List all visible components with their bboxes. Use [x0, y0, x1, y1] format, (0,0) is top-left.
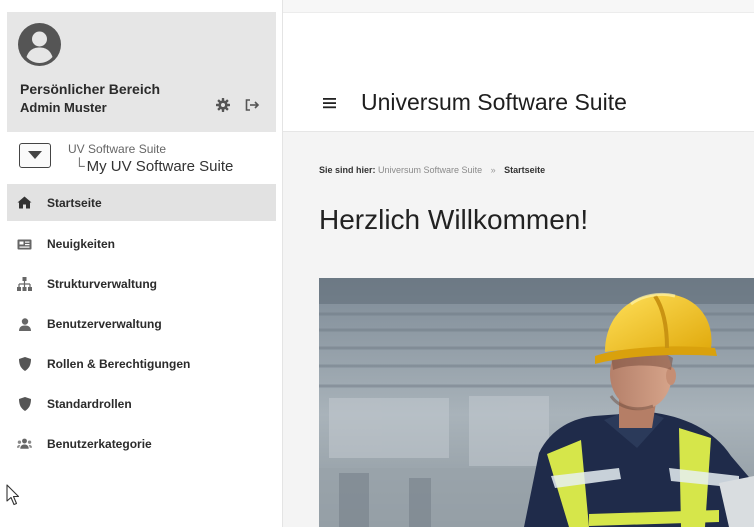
page-title: Herzlich Willkommen!: [319, 204, 589, 235]
app-dropdown-button[interactable]: [19, 143, 51, 168]
breadcrumb-separator: »: [490, 165, 496, 175]
hero-image: [319, 278, 754, 527]
hamburger-menu-icon[interactable]: [323, 97, 336, 109]
sidebar-item-standardrollen[interactable]: Standardrollen: [7, 384, 276, 424]
breadcrumb-label: Sie sind hier:: [319, 165, 376, 175]
breadcrumb-link-home[interactable]: Universum Software Suite: [378, 165, 482, 175]
construction-worker-photo: [319, 278, 754, 527]
sidebar-item-label: Strukturverwaltung: [47, 277, 158, 291]
logout-icon[interactable]: [244, 98, 260, 112]
user-icon: [17, 317, 32, 331]
sidebar-item-label: Rollen & Berechtigungen: [47, 357, 191, 371]
sidebar-item-benutzerkategorie[interactable]: Benutzerkategorie: [7, 424, 276, 464]
mouse-cursor-icon: [6, 484, 20, 506]
sidebar-item-label: Neuigkeiten: [47, 237, 116, 251]
caret-down-icon: [28, 151, 42, 159]
profile-user-name: Admin Muster: [20, 100, 107, 115]
gear-icon[interactable]: [216, 98, 230, 112]
sidebar-item-startseite[interactable]: Startseite: [7, 184, 276, 221]
top-strip: [283, 0, 754, 13]
home-icon: [17, 196, 32, 210]
sitemap-icon: [17, 277, 32, 291]
shield-icon: [17, 357, 32, 371]
sidebar-item-neuigkeiten[interactable]: Neuigkeiten: [7, 224, 276, 264]
sidebar-item-rollen-berechtigungen[interactable]: Rollen & Berechtigungen: [7, 344, 276, 384]
app-title: Universum Software Suite: [361, 89, 627, 115]
sidebar-item-strukturverwaltung[interactable]: Strukturverwaltung: [7, 264, 276, 304]
app-current-text: My UV Software Suite: [86, 158, 234, 175]
profile-panel: Persönlicher Bereich Admin Muster: [7, 12, 276, 132]
sidebar-item-label: Benutzerkategorie: [47, 437, 152, 451]
sidebar-item-label: Standardrollen: [47, 397, 132, 411]
shield-icon: [17, 397, 32, 411]
breadcrumb-current: Startseite: [504, 165, 546, 175]
sidebar-item-label: Benutzerverwaltung: [47, 317, 162, 331]
sidebar: Persönlicher Bereich Admin Muster UV Sof…: [0, 0, 283, 527]
user-avatar-icon: [18, 23, 61, 66]
main-content: Sie sind hier: Universum Software Suite …: [283, 132, 754, 527]
sidebar-item-benutzerverwaltung[interactable]: Benutzerverwaltung: [7, 304, 276, 344]
sidebar-item-label: Startseite: [47, 195, 102, 210]
app-header: Universum Software Suite: [283, 13, 754, 132]
app-current-label[interactable]: └ My UV Software Suite: [74, 158, 233, 175]
app-switcher: UV Software Suite └ My UV Software Suite: [7, 132, 276, 185]
app-parent-label: UV Software Suite: [68, 142, 167, 156]
profile-title: Persönlicher Bereich: [20, 81, 161, 97]
sidebar-nav: Startseite Neuigkeiten Strukturverwaltun…: [7, 184, 276, 464]
news-icon: [17, 237, 32, 251]
breadcrumb: Sie sind hier: Universum Software Suite …: [319, 165, 545, 175]
users-icon: [17, 437, 32, 451]
tree-glyph: └: [74, 158, 85, 175]
